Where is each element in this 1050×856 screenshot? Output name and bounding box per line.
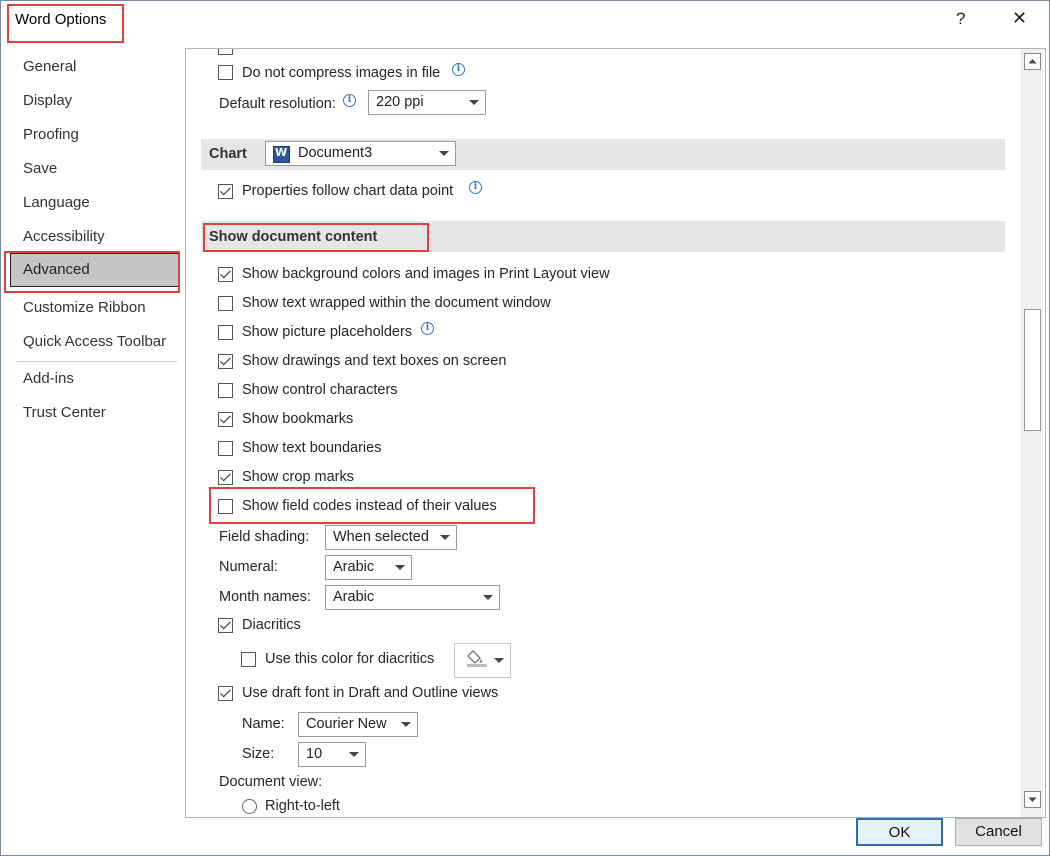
scroll-thumb[interactable] (1024, 309, 1041, 431)
do-not-compress-info-icon: i (452, 63, 465, 76)
option-checkbox[interactable] (218, 383, 233, 398)
chevron-down-icon (494, 658, 504, 663)
field-shading-value: When selected (333, 529, 429, 545)
diacritics-color-label: Use this color for diacritics (265, 651, 435, 667)
picture-placeholders-info-icon: i (421, 322, 434, 335)
font-size-value: 10 (306, 746, 323, 762)
show-document-content-header: Show document content (201, 221, 1005, 252)
show-field-codes-label: Show field codes instead of their values (242, 498, 497, 514)
paint-bucket-icon (467, 650, 487, 667)
arrow-down-icon (1028, 797, 1037, 802)
chart-document-value: Document3 (298, 145, 373, 161)
word-document-icon (273, 146, 290, 163)
chevron-down-icon (439, 151, 449, 156)
properties-follow-info-icon: i (469, 181, 482, 194)
sidebar-divider (17, 361, 177, 362)
diacritics-label: Diacritics (242, 617, 301, 633)
font-name-label: Name: (242, 716, 285, 732)
sidebar-item-save[interactable]: Save (23, 160, 57, 177)
month-names-value: Arabic (333, 589, 375, 605)
chevron-down-icon (401, 722, 411, 727)
cancel-button[interactable]: Cancel (955, 818, 1042, 846)
default-resolution-dropdown[interactable]: 220 ppi (368, 90, 486, 115)
option-checkbox[interactable] (218, 296, 233, 311)
default-resolution-info-icon: i (343, 94, 356, 107)
option-checkbox[interactable] (218, 354, 233, 369)
show-field-codes-checkbox[interactable] (218, 499, 233, 514)
option-label: Show picture placeholders (242, 324, 413, 340)
sidebar-item-general[interactable]: General (23, 58, 76, 75)
sidebar-item-quick-access-toolbar[interactable]: Quick Access Toolbar (23, 333, 166, 350)
option-label: Show control characters (242, 382, 398, 398)
option-label: Show bookmarks (242, 411, 354, 427)
diacritics-checkbox[interactable] (218, 618, 233, 633)
numeral-dropdown[interactable]: Arabic (325, 555, 412, 580)
sidebar: General Display Proofing Save Language A… (7, 48, 180, 818)
arrow-up-icon (1028, 59, 1037, 64)
document-view-label: Document view: (219, 774, 323, 790)
chart-section-title: Chart (209, 146, 247, 162)
scroll-down-button[interactable] (1024, 791, 1041, 808)
show-document-content-title: Show document content (209, 229, 378, 245)
font-size-label: Size: (242, 746, 275, 762)
chevron-down-icon (483, 595, 493, 600)
chevron-down-icon (395, 565, 405, 570)
font-name-value: Courier New (306, 716, 387, 732)
do-not-compress-label: Do not compress images in file (242, 65, 441, 81)
do-not-compress-checkbox[interactable] (218, 65, 233, 80)
option-checkbox[interactable] (218, 441, 233, 456)
word-options-dialog: Word Options ? ✕ General Display Proofin… (0, 0, 1050, 856)
option-label: Show drawings and text boxes on screen (242, 353, 507, 369)
option-label: Show background colors and images in Pri… (242, 266, 610, 282)
option-checkbox[interactable] (218, 470, 233, 485)
field-shading-dropdown[interactable]: When selected (325, 525, 457, 550)
options-panel: Do not compress images in file i Default… (185, 48, 1046, 818)
font-name-dropdown[interactable]: Courier New (298, 712, 418, 737)
default-resolution-label: Default resolution: (219, 96, 336, 112)
sidebar-item-add-ins[interactable]: Add-ins (23, 370, 74, 387)
ok-button[interactable]: OK (856, 818, 943, 846)
sidebar-item-customize-ribbon[interactable]: Customize Ribbon (23, 299, 146, 316)
close-button[interactable]: ✕ (1012, 8, 1027, 29)
sidebar-item-proofing[interactable]: Proofing (23, 126, 79, 143)
help-button[interactable]: ? (956, 9, 965, 29)
default-resolution-value: 220 ppi (376, 94, 424, 110)
sidebar-item-trust-center[interactable]: Trust Center (23, 404, 106, 421)
option-label: Show text wrapped within the document wi… (242, 295, 551, 311)
option-label: Show text boundaries (242, 440, 382, 456)
month-names-label: Month names: (219, 589, 311, 605)
properties-follow-label: Properties follow chart data point (242, 183, 454, 199)
sidebar-item-advanced[interactable]: Advanced (10, 253, 180, 287)
chevron-down-icon (349, 752, 359, 757)
field-shading-label: Field shading: (219, 529, 310, 545)
option-checkbox[interactable] (218, 325, 233, 340)
sidebar-item-display[interactable]: Display (23, 92, 72, 109)
diacritics-color-picker[interactable] (454, 643, 511, 678)
month-names-dropdown[interactable]: Arabic (325, 585, 500, 610)
draft-font-label: Use draft font in Draft and Outline view… (242, 685, 499, 701)
sidebar-item-accessibility[interactable]: Accessibility (23, 228, 105, 245)
sidebar-item-language[interactable]: Language (23, 194, 90, 211)
vertical-scrollbar[interactable] (1021, 49, 1043, 817)
chevron-down-icon (469, 100, 479, 105)
numeral-label: Numeral: (219, 559, 278, 575)
chevron-down-icon (440, 535, 450, 540)
numeral-value: Arabic (333, 559, 375, 575)
font-size-dropdown[interactable]: 10 (298, 742, 366, 767)
right-to-left-label: Right-to-left (265, 798, 340, 814)
chart-document-dropdown[interactable]: Document3 (265, 141, 456, 166)
option-label: Show crop marks (242, 469, 355, 485)
diacritics-color-checkbox[interactable] (241, 652, 256, 667)
draft-font-checkbox[interactable] (218, 686, 233, 701)
option-checkbox[interactable] (218, 267, 233, 282)
properties-follow-checkbox[interactable] (218, 184, 233, 199)
dialog-title: Word Options (15, 11, 107, 28)
right-to-left-radio[interactable] (242, 799, 257, 814)
scroll-up-button[interactable] (1024, 53, 1041, 70)
option-checkbox[interactable] (218, 412, 233, 427)
scrolled-checkbox[interactable] (218, 49, 233, 55)
